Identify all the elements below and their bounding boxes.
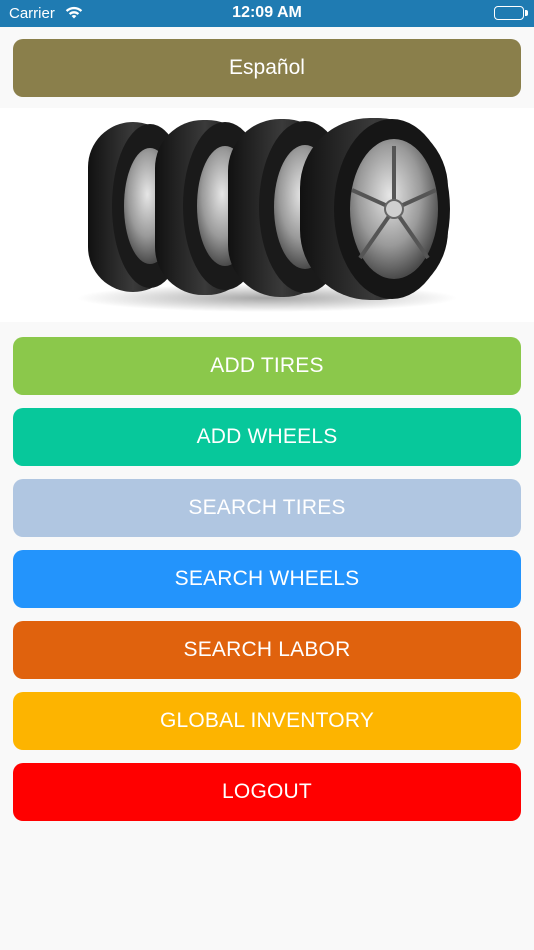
status-time: 12:09 AM (232, 4, 302, 21)
battery-cap (525, 10, 528, 16)
add-wheels-button[interactable]: ADD WHEELS (13, 408, 521, 466)
battery-icon (494, 6, 528, 20)
language-toggle-button[interactable]: Español (13, 39, 521, 97)
global-inventory-button[interactable]: GLOBAL INVENTORY (13, 692, 521, 750)
search-wheels-button[interactable]: SEARCH WHEELS (13, 550, 521, 608)
tires-hero-image (0, 108, 534, 322)
tire-4 (300, 118, 450, 300)
logout-button[interactable]: LOGOUT (13, 763, 521, 821)
status-bar: Carrier 12:09 AM (0, 0, 534, 27)
add-tires-button[interactable]: ADD TIRES (13, 337, 521, 395)
search-tires-button[interactable]: SEARCH TIRES (13, 479, 521, 537)
search-labor-button[interactable]: SEARCH LABOR (13, 621, 521, 679)
